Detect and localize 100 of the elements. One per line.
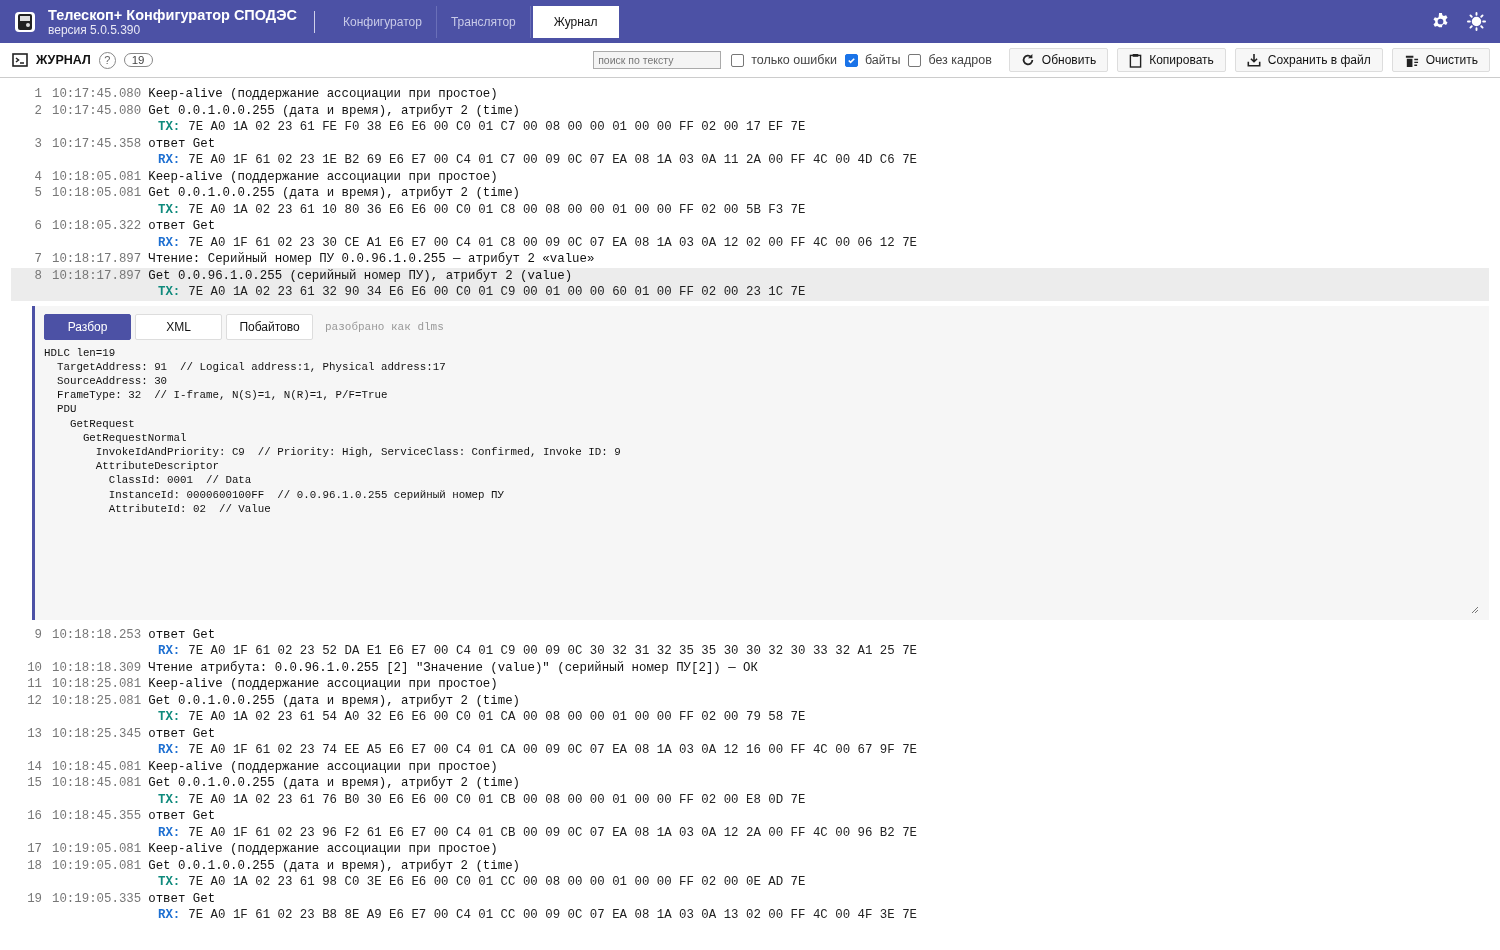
log-entry[interactable]: 5 10:18:05.081 Get 0.0.1.0.0.255 (дата и время), атрибут 2 (time) TX: 7E A0 1A 02 23 61 10 80 36 E6 E6 00 C0 01 C8 00 08 00 00 01 00 00 FF 02 00 5B F3 7E (11, 185, 1489, 218)
log-entry[interactable]: 8 10:18:17.897 Get 0.0.96.1.0.255 (серийный номер ПУ), атрибут 2 (value) TX: 7E A0 1A 02 23 61 32 90 34 E6 E6 00 C0 01 C9 00 01 00 00 60 01 00 FF 02 00 23 1C 7E (11, 267, 1489, 301)
parse-line: ClassId: 0001 // Data (108, 474, 252, 487)
nav-tab[interactable]: Транслятор (436, 5, 531, 38)
line-number: 12 (26, 692, 43, 709)
line-number: 13 (26, 725, 43, 742)
line-number: 11 (26, 676, 43, 693)
timestamp: 10:18:18.253 (52, 626, 142, 643)
checkbox[interactable] (908, 53, 922, 67)
log-entry[interactable]: 14 10:18:45.081 Keep-alive (поддержание ассоциации при простое) (11, 758, 1489, 775)
log-entry[interactable]: 11 10:18:25.081 Keep-alive (поддержание ассоциации при простое) (11, 676, 1489, 693)
terminal-icon (12, 53, 28, 67)
resize-handle-icon[interactable] (1471, 605, 1479, 614)
log-entry[interactable]: 15 10:18:45.081 Get 0.0.1.0.0.255 (дата и время), атрибут 2 (time) TX: 7E A0 1A 02 23 61 76 B0 30 E6 E6 00 C0 01 CB 00 08 00 00 01 00 00 FF 02 00 E8 0D 7E (11, 775, 1489, 808)
log-entry[interactable]: 12 10:18:25.081 Get 0.0.1.0.0.255 (дата и время), атрибут 2 (time) TX: 7E A0 1A 02 23 61 54 A0 32 E6 E6 00 C0 01 CA 00 08 00 00 01 00 00 FF 02 00 79 58 7E (11, 692, 1489, 726)
log-entry[interactable]: 17 10:19:05.081 Keep-alive (поддержание ассоциации при простое) (11, 841, 1489, 858)
save-button[interactable]: Сохранить в файл (1234, 48, 1383, 72)
app-title: Телескоп+ Конфигуратор СПОДЭС (48, 6, 297, 23)
log-entry[interactable]: 6 10:18:05.322 ответ Get RX: 7E A0 1F 61 02 23 30 CE A1 E6 E7 00 C4 01 C8 00 09 0C 07 EA 08 1A 03 0A 12 02 00 FF 4C 00 06 12 7E (11, 218, 1489, 251)
direction-label: RX: (158, 907, 181, 924)
refresh-icon (1020, 53, 1035, 67)
parse-line: HDLC len=19 (44, 346, 116, 359)
copy-button[interactable]: Копировать (1117, 48, 1226, 72)
line-number: 17 (26, 841, 43, 858)
log-entry[interactable]: 19 10:19:05.335 ответ Get RX: 7E A0 1F 61 02 23 B8 8E A9 E6 E7 00 C4 01 CC 00 09 0C 07 EA 08 1A 03 0A 13 02 00 FF 4C 00 4F 3E 7E (11, 890, 1489, 924)
view-tab[interactable]: Побайтово (226, 313, 313, 340)
timestamp: 10:18:45.081 (52, 775, 142, 792)
timestamp: 10:18:05.322 (52, 218, 142, 235)
line-number: 2 (33, 102, 43, 119)
direction-label: RX: (158, 824, 181, 841)
parse-line: SourceAddress: 30 (56, 374, 168, 387)
hex-bytes: 7E A0 1A 02 23 61 FE F0 38 E6 E6 00 C0 01 C7 00 08 00 00 01 00 00 FF 02 00 17 EF 7E (188, 119, 806, 136)
view-tab[interactable]: Разбор (44, 313, 131, 340)
log-message: Get 0.0.1.0.0.255 (дата и время), атрибут 2 (time) (148, 857, 520, 874)
log-entry[interactable]: 1 10:17:45.080 Keep-alive (поддержание ассоциации при простое) (11, 86, 1489, 103)
line-number: 18 (26, 857, 43, 874)
timestamp: 10:18:25.345 (52, 725, 142, 742)
nav-tab[interactable]: Журнал (532, 5, 619, 38)
checkbox-label: байты (864, 53, 901, 67)
hex-bytes: 7E A0 1A 02 23 61 54 A0 32 E6 E6 00 C0 01 CA 00 08 00 00 01 00 00 FF 02 00 79 58 7E (188, 709, 806, 726)
log-entry[interactable]: 2 10:17:45.080 Get 0.0.1.0.0.255 (дата и время), атрибут 2 (time) TX: 7E A0 1A 02 23 61 FE F0 38 E6 E6 00 C0 01 C7 00 08 00 00 01 00 00 FF 02 00 17 EF 7E (11, 102, 1489, 136)
parse-line: AttributeDescriptor (95, 460, 219, 473)
sun-icon[interactable] (1467, 12, 1486, 31)
timestamp: 10:18:25.081 (52, 676, 142, 693)
log-message: Чтение: Серийный номер ПУ 0.0.96.1.0.255 — атрибут 2 «value» (148, 251, 595, 268)
log-message: ответ Get (148, 725, 216, 742)
hex-bytes: 7E A0 1F 61 02 23 52 DA E1 E6 E7 00 C4 01 C9 00 09 0C 30 32 31 32 35 35 30 30 32 30 33 32 A1 25 7E (188, 643, 917, 660)
timestamp: 10:17:45.358 (52, 135, 142, 152)
clear-button[interactable]: Очистить (1391, 48, 1490, 72)
search-field[interactable]: поиск по тексту (593, 51, 722, 69)
direction-label: RX: (158, 152, 181, 169)
parse-line: FrameType: 32 // I-frame, N(S)=1, N(R)=1, P/F=True (56, 389, 388, 402)
line-number: 8 (33, 267, 43, 284)
log-message: ответ Get (148, 135, 216, 152)
checkbox[interactable] (731, 53, 745, 67)
log-entry[interactable]: 9 10:18:18.253 ответ Get RX: 7E A0 1F 61 02 23 52 DA E1 E6 E7 00 C4 01 C9 00 09 0C 30 32 31 32 35 35 30 30 32 30 33 32 A1 25 7E (11, 626, 1489, 660)
timestamp: 10:19:05.081 (52, 841, 142, 858)
log-entry[interactable]: 7 10:18:17.897 Чтение: Серийный номер ПУ 0.0.96.1.0.255 — атрибут 2 «value» (11, 251, 1489, 268)
timestamp: 10:18:25.081 (52, 692, 142, 709)
direction-label: RX: (158, 742, 181, 759)
timestamp: 10:18:18.309 (52, 659, 142, 676)
timestamp: 10:18:05.081 (52, 185, 142, 202)
direction-label: TX: (158, 709, 181, 726)
log-message: Get 0.0.1.0.0.255 (дата и время), атрибут 2 (time) (148, 775, 520, 792)
view-tab[interactable]: XML (135, 313, 222, 340)
log-message: Keep-alive (поддержание ассоциации при простое) (148, 841, 498, 858)
line-number: 3 (33, 135, 43, 152)
clipboard-icon (1129, 52, 1143, 68)
log-entry[interactable]: 18 10:19:05.081 Get 0.0.1.0.0.255 (дата и время), атрибут 2 (time) TX: 7E A0 1A 02 23 61 98 C0 3E E6 E6 00 C0 01 CC 00 08 00 00 01 00 00 FF 02 00 0E AD 7E (11, 857, 1489, 891)
parse-line: AttributeId: 02 // Value (108, 502, 271, 515)
checkbox[interactable] (844, 53, 858, 67)
download-icon (1246, 53, 1261, 67)
parse-line: PDU (56, 403, 77, 416)
hex-bytes: 7E A0 1F 61 02 23 1E B2 69 E6 E7 00 C4 01 C7 00 09 0C 07 EA 08 1A 03 0A 11 2A 00 FF 4C 00 4D C6 7E (188, 152, 917, 169)
log-entry[interactable]: 3 10:17:45.358 ответ Get RX: 7E A0 1F 61 02 23 1E B2 69 E6 E7 00 C4 01 C7 00 09 0C 07 EA 08 1A 03 0A 11 2A 00 FF 4C 00 4D C6 7E (11, 135, 1489, 169)
line-number: 5 (33, 185, 43, 202)
direction-label: TX: (158, 791, 181, 808)
checkmark-icon (846, 55, 856, 65)
line-number: 19 (26, 890, 43, 907)
hex-bytes: 7E A0 1F 61 02 23 74 EE A5 E6 E7 00 C4 01 CA 00 09 0C 07 EA 08 1A 03 0A 12 16 00 FF 4C 00 67 9F 7E (188, 742, 917, 759)
parse-line: InvokeIdAndPriority: C9 // Priority: High, ServiceClass: Confirmed, Invoke ID: 9 (95, 445, 621, 458)
parse-line: TargetAddress: 91 // Logical address:1, Physical address:17 (56, 360, 446, 373)
direction-label: RX: (158, 234, 181, 251)
log-entry[interactable]: 13 10:18:25.345 ответ Get RX: 7E A0 1F 61 02 23 74 EE A5 E6 E7 00 C4 01 CA 00 09 0C 07 EA 08 1A 03 0A 12 16 00 FF 4C 00 67 9F 7E (11, 725, 1489, 759)
parse-note: разобрано как dlms (325, 320, 444, 333)
timestamp: 10:18:05.081 (52, 168, 142, 185)
hex-bytes: 7E A0 1F 61 02 23 B8 8E A9 E6 E7 00 C4 01 CC 00 09 0C 07 EA 08 1A 03 0A 13 02 00 FF 4C 00 4F 3E 7E (188, 907, 917, 924)
checkbox-label: без кадров (928, 53, 992, 67)
refresh-button[interactable]: Обновить (1008, 48, 1109, 72)
log-entry[interactable]: 4 10:18:05.081 Keep-alive (поддержание ассоциации при простое) (11, 168, 1489, 185)
log-message: Keep-alive (поддержание ассоциации при простое) (148, 168, 498, 185)
nav-tab[interactable]: Конфигуратор (329, 5, 437, 38)
device-logo-icon (14, 10, 36, 33)
timestamp: 10:18:45.355 (52, 808, 142, 825)
log-entry[interactable]: 10 10:18:18.309 Чтение атрибута: 0.0.96.1.0.255 [2] "Значение (value)" (серийный номер ПУ[2]) — ОК (11, 659, 1489, 676)
direction-label: TX: (158, 119, 181, 136)
log-message: ответ Get (148, 890, 216, 907)
line-number: 9 (33, 626, 43, 643)
log-entry[interactable]: 16 10:18:45.355 ответ Get RX: 7E A0 1F 61 02 23 96 F2 61 E6 E7 00 C4 01 CB 00 09 0C 07 EA 08 1A 03 0A 12 2A 00 FF 4C 00 96 B2 7E (11, 808, 1489, 841)
parse-line: GetRequestNormal (82, 431, 187, 444)
